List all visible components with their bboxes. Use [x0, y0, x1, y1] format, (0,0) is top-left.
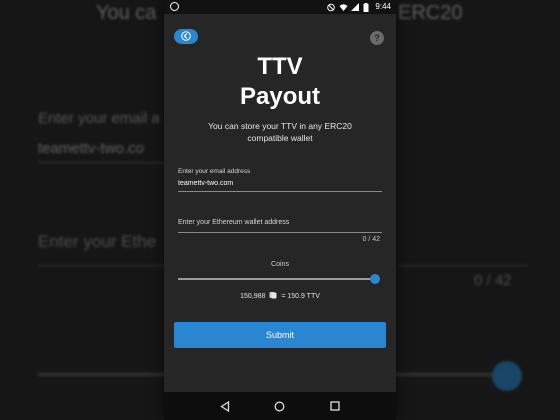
wallet-underline	[178, 232, 382, 233]
nav-home-icon	[275, 401, 285, 411]
submit-button[interactable]: Submit	[174, 322, 386, 348]
bg-email-value: teamettv-two.co	[38, 140, 144, 157]
help-icon: ?	[374, 33, 380, 43]
bg-divider	[38, 162, 168, 163]
coins-slider-thumb[interactable]	[370, 274, 380, 284]
phone-screen: 9:44 ? TTV Payout You can store your TTV…	[164, 0, 396, 420]
status-bar: 9:44	[164, 0, 396, 14]
bg-title-fragment: You ca	[96, 2, 157, 24]
coin-icon	[269, 291, 277, 301]
help-button[interactable]: ?	[370, 31, 384, 45]
nav-recents-button[interactable]	[328, 399, 342, 413]
coins-summary: 150,988 = 150.9 TTV	[164, 291, 396, 301]
subtitle-line-2: compatible wallet	[247, 133, 313, 143]
wifi-icon	[339, 3, 348, 12]
title-line-1: TTV	[257, 53, 303, 80]
signal-off-icon	[327, 3, 336, 12]
coins-label: Coins	[271, 261, 289, 268]
bg-divider	[38, 265, 168, 266]
back-arrow-icon	[180, 28, 192, 46]
coins-slider-track[interactable]	[178, 278, 376, 280]
cellular-icon	[351, 2, 360, 12]
page-title: TTV Payout	[164, 52, 396, 112]
notification-icon	[170, 2, 179, 11]
back-button[interactable]	[174, 29, 198, 44]
bg-counter: 0 / 42	[474, 272, 512, 289]
nav-back-icon	[220, 400, 230, 412]
subtitle-line-1: You can store your TTV in any ERC20	[208, 121, 352, 131]
email-label: Enter your email address	[178, 168, 251, 175]
wallet-address-field[interactable]: Enter your Ethereum wallet address	[178, 219, 289, 226]
android-nav-bar	[164, 392, 396, 420]
payout-content: ? TTV Payout You can store your TTV in a…	[164, 14, 396, 392]
nav-back-button[interactable]	[218, 399, 232, 413]
bg-wallet-label: Enter your Ethe	[38, 232, 157, 251]
page-subtitle: You can store your TTV in any ERC20 comp…	[164, 120, 396, 144]
bg-email-label: Enter your email a	[38, 110, 160, 127]
nav-home-button[interactable]	[273, 399, 287, 413]
wallet-char-counter: 0 / 42	[362, 236, 380, 243]
coins-amount: 150,988	[240, 292, 266, 300]
nav-recents-icon	[329, 401, 340, 411]
email-field[interactable]: teamettv-two.com	[178, 180, 233, 187]
title-line-2: Payout	[239, 83, 320, 110]
email-underline	[178, 191, 382, 192]
coins-ttv-equivalent: = 150.9 TTV	[281, 292, 320, 300]
bg-title-fragment-right: ERC20	[398, 2, 463, 24]
battery-icon	[363, 2, 371, 12]
bg-divider	[398, 265, 528, 266]
bg-slider-thumb	[492, 361, 522, 391]
status-time: 9:44	[375, 2, 391, 11]
